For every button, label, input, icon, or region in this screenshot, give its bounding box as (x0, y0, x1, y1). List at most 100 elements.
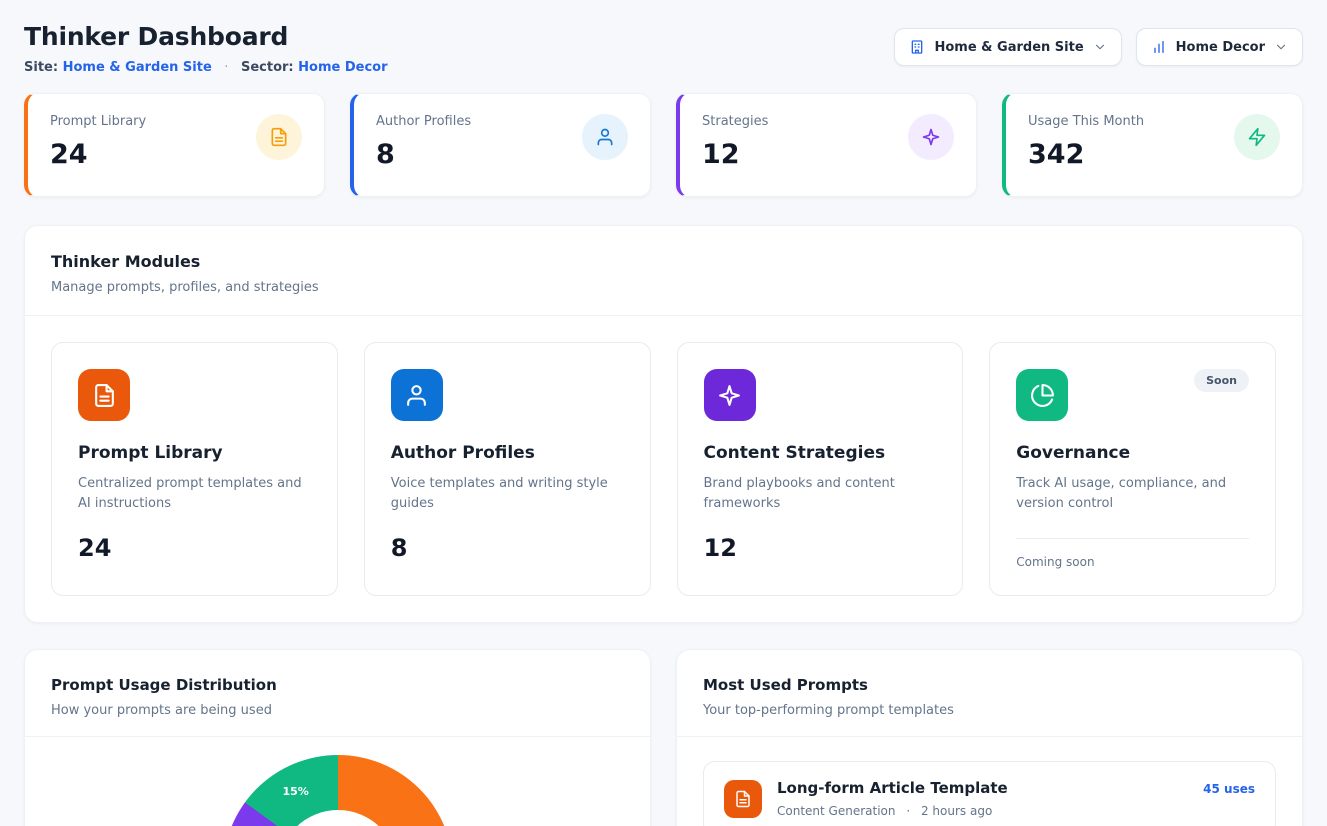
module-top: Soon (1016, 369, 1249, 421)
site-label: Site: (24, 60, 58, 75)
page-title: Thinker Dashboard (24, 22, 388, 51)
card-subtitle: How your prompts are being used (51, 703, 624, 718)
stat-text: Strategies 12 (702, 114, 768, 170)
usage-donut: 15% (223, 755, 453, 826)
module-description: Track AI usage, compliance, and version … (1016, 474, 1249, 514)
stat-text: Usage This Month 342 (1028, 114, 1144, 170)
chevron-down-icon (1274, 40, 1288, 54)
breadcrumb: Site: Home & Garden Site · Sector: Home … (24, 60, 388, 75)
stats-row: Prompt Library 24 Author Profiles 8 Stra… (24, 93, 1303, 197)
prompt-category: Content Generation (777, 804, 895, 818)
stat-value: 8 (376, 139, 471, 170)
card-subtitle: Your top-performing prompt templates (703, 703, 1276, 718)
module-count: 24 (78, 534, 311, 562)
site-selector-label: Home & Garden Site (934, 40, 1083, 55)
site-selector-dropdown[interactable]: Home & Garden Site (894, 28, 1121, 66)
module-title: Governance (1016, 443, 1249, 463)
stat-card-author-profiles: Author Profiles 8 (350, 93, 651, 197)
sector-link[interactable]: Home Decor (298, 60, 387, 75)
stat-icon-wrap (908, 114, 954, 160)
prompt-usage-card: Prompt Usage Distribution How your promp… (24, 649, 651, 826)
module-title: Author Profiles (391, 443, 624, 463)
card-title: Most Used Prompts (703, 676, 1276, 694)
bottom-row: Prompt Usage Distribution How your promp… (24, 649, 1303, 826)
donut-hole (278, 810, 398, 826)
separator-dot: · (906, 804, 910, 818)
stat-label: Strategies (702, 114, 768, 129)
building-icon (909, 39, 925, 55)
stat-card-strategies: Strategies 12 (676, 93, 977, 197)
stat-text: Author Profiles 8 (376, 114, 471, 170)
module-description: Centralized prompt templates and AI inst… (78, 474, 311, 514)
site-link[interactable]: Home & Garden Site (63, 60, 212, 75)
module-icon-wrap (391, 369, 443, 421)
stat-value: 12 (702, 139, 768, 170)
module-top (704, 369, 937, 421)
coming-soon-text: Coming soon (1016, 538, 1249, 569)
module-card-content-strategies[interactable]: Content Strategies Brand playbooks and c… (677, 342, 964, 596)
prompt-meta: Content Generation · 2 hours ago (777, 804, 1188, 818)
section-title: Thinker Modules (51, 252, 1276, 271)
sector-selector-dropdown[interactable]: Home Decor (1136, 28, 1303, 66)
prompt-time: 2 hours ago (921, 804, 992, 818)
module-title: Content Strategies (704, 443, 937, 463)
module-title: Prompt Library (78, 443, 311, 463)
donut-segment-label: 15% (283, 785, 309, 798)
lightning-icon (1247, 127, 1267, 147)
module-icon-wrap (78, 369, 130, 421)
sector-label: Sector: (241, 60, 294, 75)
bar-chart-icon (1151, 39, 1167, 55)
section-subtitle: Manage prompts, profiles, and strategies (51, 280, 1276, 295)
stat-icon-wrap (582, 114, 628, 160)
prompt-list: Long-form Article Template Content Gener… (677, 737, 1302, 826)
stat-value: 342 (1028, 139, 1144, 170)
stat-value: 24 (50, 139, 146, 170)
stat-card-usage: Usage This Month 342 (1002, 93, 1303, 197)
document-icon (734, 790, 752, 808)
module-description: Brand playbooks and content frameworks (704, 474, 937, 514)
module-top (78, 369, 311, 421)
module-card-prompt-library[interactable]: Prompt Library Centralized prompt templa… (51, 342, 338, 596)
usage-card-header: Prompt Usage Distribution How your promp… (25, 650, 650, 737)
pie-chart-icon (1030, 383, 1055, 408)
page-header: Thinker Dashboard Site: Home & Garden Si… (24, 22, 1303, 75)
prompt-list-item[interactable]: Long-form Article Template Content Gener… (703, 761, 1276, 826)
module-icon-wrap (1016, 369, 1068, 421)
sparkle-icon (921, 127, 941, 147)
module-card-governance[interactable]: Soon Governance Track AI usage, complian… (989, 342, 1276, 596)
sector-selector-label: Home Decor (1176, 40, 1265, 55)
prompt-icon-wrap (724, 780, 762, 818)
chart-area: 15% (25, 737, 650, 826)
stat-card-prompt-library: Prompt Library 24 (24, 93, 325, 197)
header-actions: Home & Garden Site Home Decor (894, 28, 1303, 66)
chevron-down-icon (1093, 40, 1107, 54)
most-used-prompts-card: Most Used Prompts Your top-performing pr… (676, 649, 1303, 826)
stat-text: Prompt Library 24 (50, 114, 146, 170)
document-icon (269, 127, 289, 147)
thinker-modules-section: Thinker Modules Manage prompts, profiles… (24, 225, 1303, 623)
stat-icon-wrap (1234, 114, 1280, 160)
module-description: Voice templates and writing style guides (391, 474, 624, 514)
document-icon (92, 383, 117, 408)
prompt-title: Long-form Article Template (777, 779, 1188, 797)
card-title: Prompt Usage Distribution (51, 676, 624, 694)
dashboard-page: Thinker Dashboard Site: Home & Garden Si… (0, 0, 1327, 826)
separator-dot: · (224, 60, 228, 75)
module-count: 8 (391, 534, 624, 562)
stat-icon-wrap (256, 114, 302, 160)
prompt-uses-badge: 45 uses (1203, 782, 1255, 796)
user-icon (595, 127, 615, 147)
modules-grid: Prompt Library Centralized prompt templa… (25, 316, 1302, 622)
soon-badge: Soon (1194, 369, 1249, 392)
stat-label: Author Profiles (376, 114, 471, 129)
prompt-text: Long-form Article Template Content Gener… (777, 779, 1188, 818)
user-icon (404, 383, 429, 408)
stat-label: Usage This Month (1028, 114, 1144, 129)
module-top (391, 369, 624, 421)
sparkle-icon (717, 383, 742, 408)
module-card-author-profiles[interactable]: Author Profiles Voice templates and writ… (364, 342, 651, 596)
module-icon-wrap (704, 369, 756, 421)
header-left: Thinker Dashboard Site: Home & Garden Si… (24, 22, 388, 75)
module-count: 12 (704, 534, 937, 562)
prompts-card-header: Most Used Prompts Your top-performing pr… (677, 650, 1302, 737)
